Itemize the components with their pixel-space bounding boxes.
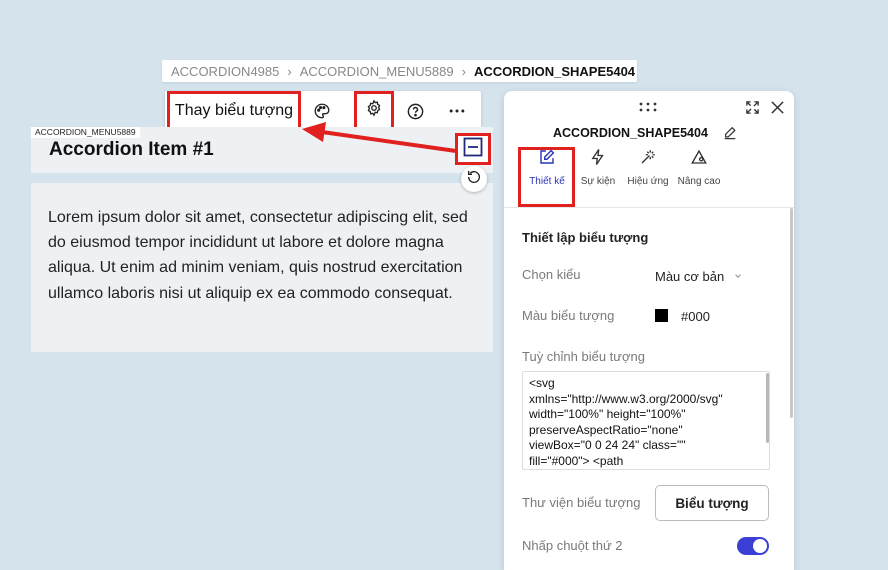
code-scrollbar[interactable] [766, 373, 769, 443]
custom-icon-label: Tuỳ chỉnh biểu tượng [522, 349, 645, 364]
accordion-menu-tag: ACCORDION_MENU5889 [31, 127, 140, 138]
tabs-divider [504, 207, 794, 208]
close-icon[interactable] [770, 100, 785, 120]
color-label: Màu biểu tượng [522, 308, 615, 323]
custom-icon-code-input[interactable]: <svg xmlns="http://www.w3.org/2000/svg" … [522, 371, 770, 470]
accordion-item-title: Accordion Item #1 [49, 139, 214, 160]
breadcrumb-separator: › [287, 63, 292, 79]
rename-pencil-icon[interactable] [723, 125, 737, 145]
breadcrumb-item-accordion[interactable]: ACCORDION4985 [171, 64, 279, 79]
drag-handle-icon[interactable] [638, 100, 658, 118]
rotate-ccw-icon [466, 169, 482, 190]
tab-advanced-label: Nâng cao [677, 176, 721, 187]
icon-library-label: Thư viện biểu tượng [522, 495, 641, 510]
tab-events[interactable]: Sự kiện [580, 148, 616, 204]
advanced-gear-icon [690, 148, 708, 171]
annotation-arrow [302, 122, 457, 153]
icon-library-button[interactable]: Biểu tượng [655, 485, 769, 521]
bolt-icon [589, 148, 607, 171]
tab-effects[interactable]: Hiệu ứng [627, 148, 669, 204]
minus-square-icon [463, 137, 483, 162]
panel-scrollbar[interactable] [790, 208, 793, 418]
color-swatch[interactable] [655, 309, 668, 322]
breadcrumb-current: ACCORDION_SHAPE5404 [473, 63, 636, 79]
tab-events-label: Sự kiện [580, 176, 616, 187]
chevron-down-icon [734, 267, 742, 285]
tab-effects-label: Hiệu ứng [627, 176, 669, 187]
section-title: Thiết lập biểu tượng [522, 230, 649, 245]
toggle-knob [753, 539, 767, 553]
breadcrumb: ACCORDION4985 › ACCORDION_MENU5889 › ACC… [162, 60, 637, 82]
tab-advanced[interactable]: Nâng cao [677, 148, 721, 204]
style-label: Chọn kiểu [522, 267, 581, 282]
reset-button[interactable] [461, 166, 487, 192]
expand-icon[interactable] [745, 100, 760, 120]
right-click-label: Nhấp chuột thứ 2 [522, 538, 623, 553]
breadcrumb-item-accordion-menu[interactable]: ACCORDION_MENU5889 [300, 64, 454, 79]
right-click-toggle[interactable] [737, 537, 769, 555]
color-value[interactable]: #000 [681, 309, 710, 324]
accordion-collapse-toggle[interactable] [455, 133, 491, 165]
magic-wand-icon [639, 148, 657, 171]
panel-title: ACCORDION_SHAPE5404 [553, 126, 708, 140]
breadcrumb-separator: › [461, 63, 466, 79]
accordion-body-text: Lorem ipsum dolor sit amet, consectetur … [48, 209, 468, 302]
change-icon-button[interactable]: Thay biểu tượng [167, 91, 301, 130]
style-select-value: Màu cơ bản [655, 268, 725, 284]
active-tab-highlight [518, 147, 575, 207]
style-select[interactable]: Màu cơ bản [655, 267, 742, 285]
